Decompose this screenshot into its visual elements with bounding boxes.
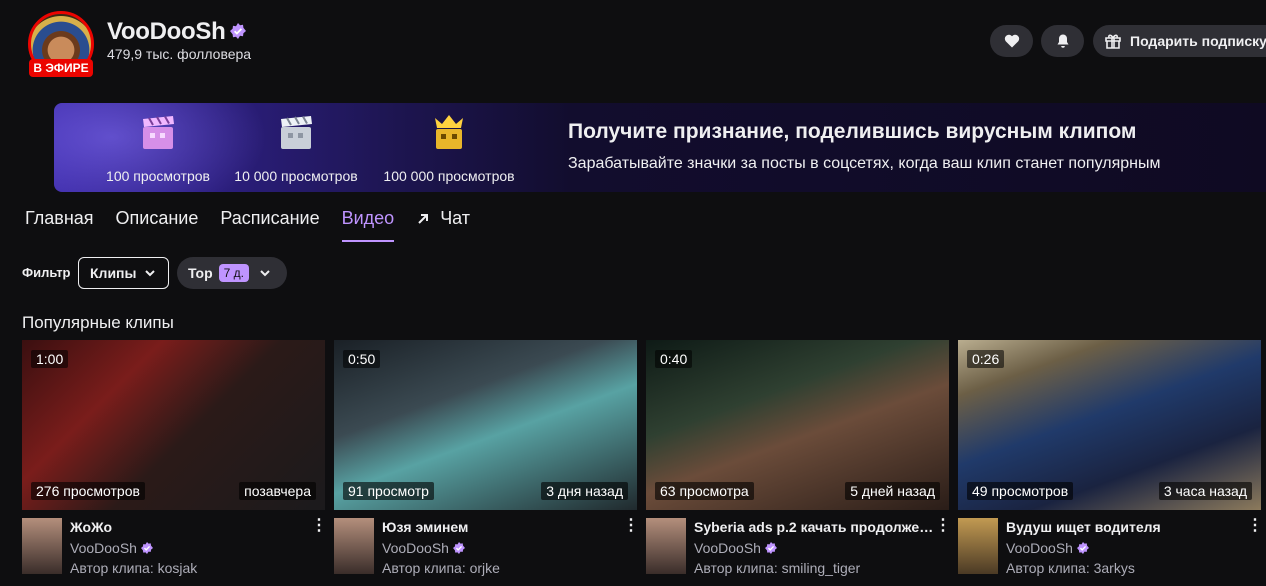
follower-count: 479,9 тыс. фолловера: [107, 46, 252, 62]
clip-channel-name: VooDooSh: [1006, 540, 1073, 556]
sort-dropdown-value: Top: [188, 265, 213, 281]
badge-label: 100 000 просмотров: [383, 168, 515, 184]
sort-dropdown[interactable]: Top 7 д.: [177, 257, 287, 289]
clip-title[interactable]: Юзя эминем: [382, 519, 622, 535]
tab-chat[interactable]: Чат: [416, 208, 470, 242]
clip-channel[interactable]: VooDooSh: [694, 540, 777, 556]
clapper-pink-icon: [143, 116, 174, 149]
verified-icon: [452, 542, 465, 554]
clip-duration: 0:50: [343, 350, 381, 368]
clip-card[interactable]: 0:40 63 просмотра 5 дней назад Syberia a…: [646, 340, 951, 576]
clip-card[interactable]: 1:00 276 просмотров позавчера ЖоЖо ⋮ Voo…: [22, 340, 327, 576]
badge-label: 100 просмотров: [106, 168, 210, 184]
banner-subtitle: Зарабатывайте значки за посты в соцсетях…: [568, 155, 1161, 172]
type-dropdown[interactable]: Клипы: [78, 257, 169, 289]
clip-duration: 0:26: [967, 350, 1005, 368]
clip-title[interactable]: ЖоЖо: [70, 519, 310, 535]
clip-channel-name: VooDooSh: [694, 540, 761, 556]
clip-views: 49 просмотров: [967, 482, 1074, 500]
heart-icon: [1004, 34, 1019, 48]
clip-channel[interactable]: VooDooSh: [70, 540, 153, 556]
chevron-down-icon: [260, 270, 270, 277]
channel-avatar-thumb[interactable]: [22, 518, 62, 574]
clip-date: 3 часа назад: [1158, 482, 1252, 500]
clip-thumbnail[interactable]: 0:40 63 просмотра 5 дней назад: [646, 340, 949, 510]
clip-card[interactable]: 0:50 91 просмотр 3 дня назад Юзя эминем …: [334, 340, 639, 576]
clip-views: 63 просмотра: [655, 482, 754, 500]
more-options-icon[interactable]: ⋮: [1247, 518, 1263, 537]
gift-icon: [1105, 34, 1121, 49]
clip-channel[interactable]: VooDooSh: [1006, 540, 1089, 556]
channel-avatar-thumb[interactable]: [334, 518, 374, 574]
badge-label: 10 000 просмотров: [234, 168, 358, 184]
more-options-icon[interactable]: ⋮: [311, 518, 327, 537]
verified-icon: [1076, 542, 1089, 554]
tab-videos[interactable]: Видео: [341, 208, 394, 242]
badge-100000-views: 100 000 просмотров: [376, 113, 522, 184]
channel-avatar[interactable]: В ЭФИРЕ: [28, 11, 94, 77]
clip-thumbnail[interactable]: 1:00 276 просмотров позавчера: [22, 340, 325, 510]
channel-tabs: Главная Описание Расписание Видео Чат: [25, 208, 492, 242]
clip-author: Автор клипа: smiling_tiger: [694, 560, 861, 576]
channel-name[interactable]: VooDooSh: [107, 18, 226, 46]
external-arrow-icon: [418, 214, 429, 224]
verified-icon: [230, 23, 246, 39]
verified-icon: [764, 542, 777, 554]
banner-title: Получите признание, поделившись вирусным…: [568, 120, 1137, 143]
more-options-icon[interactable]: ⋮: [623, 518, 639, 537]
live-badge: В ЭФИРЕ: [29, 59, 93, 77]
clapper-silver-icon: [281, 116, 312, 149]
clip-views: 276 просмотров: [31, 482, 145, 500]
clip-info: ЖоЖо ⋮ VooDooSh Автор клипа: kosjak: [22, 510, 327, 576]
clip-channel[interactable]: VooDooSh: [382, 540, 465, 556]
chevron-down-icon: [145, 270, 156, 277]
filter-label: Фильтр: [22, 265, 71, 280]
clip-author: Автор клипа: orjke: [382, 560, 500, 576]
gift-sub-button[interactable]: Подарить подписку: [1093, 25, 1266, 57]
clapper-gold-crown-icon: [435, 115, 463, 149]
clip-thumbnail[interactable]: 0:50 91 просмотр 3 дня назад: [334, 340, 637, 510]
more-options-icon[interactable]: ⋮: [935, 518, 951, 537]
clip-date: позавчера: [239, 482, 316, 500]
clip-title[interactable]: Вудуш ищет водителя: [1006, 519, 1246, 535]
tab-chat-label: Чат: [440, 208, 471, 228]
viral-clip-banner[interactable]: 100 просмотров 10 000 просмотров 100 000…: [54, 103, 1266, 192]
clip-date: 3 дня назад: [541, 482, 628, 500]
clip-author: Автор клипа: 3arkys: [1006, 560, 1135, 576]
badge-10000-views: 10 000 просмотров: [228, 113, 364, 184]
tab-about[interactable]: Описание: [116, 208, 199, 242]
period-pill: 7 д.: [218, 264, 249, 282]
clip-author: Автор клипа: kosjak: [70, 560, 198, 576]
notifications-button[interactable]: [1041, 25, 1084, 57]
clip-thumbnail[interactable]: 0:26 49 просмотров 3 часа назад: [958, 340, 1261, 510]
channel-avatar-thumb[interactable]: [958, 518, 998, 574]
type-dropdown-value: Клипы: [90, 265, 137, 281]
bell-icon: [1057, 34, 1068, 48]
clip-views: 91 просмотр: [343, 482, 434, 500]
clip-duration: 0:40: [655, 350, 693, 368]
clip-title[interactable]: Syberia ads p.2 качать продолжение: [694, 519, 934, 535]
clip-duration: 1:00: [31, 350, 69, 368]
section-title: Популярные клипы: [22, 313, 174, 332]
clip-channel-name: VooDooSh: [382, 540, 449, 556]
clip-date: 5 дней назад: [845, 482, 940, 500]
clip-card[interactable]: 0:26 49 просмотров 3 часа назад Вудуш ищ…: [958, 340, 1263, 576]
follow-button[interactable]: [990, 25, 1033, 57]
clip-info: Юзя эминем ⋮ VooDooSh Автор клипа: orjke: [334, 510, 639, 576]
verified-icon: [140, 542, 153, 554]
gift-sub-label: Подарить подписку: [1130, 33, 1266, 49]
tab-schedule[interactable]: Расписание: [220, 208, 319, 242]
clip-info: Syberia ads p.2 качать продолжение ⋮ Voo…: [646, 510, 951, 576]
channel-header: В ЭФИРЕ VooDooSh 479,9 тыс. фолловера По…: [0, 0, 1266, 90]
clip-info: Вудуш ищет водителя ⋮ VooDooSh Автор кли…: [958, 510, 1263, 576]
badge-100-views: 100 просмотров: [102, 113, 214, 184]
channel-avatar-thumb[interactable]: [646, 518, 686, 574]
clip-channel-name: VooDooSh: [70, 540, 137, 556]
tab-home[interactable]: Главная: [25, 208, 94, 242]
